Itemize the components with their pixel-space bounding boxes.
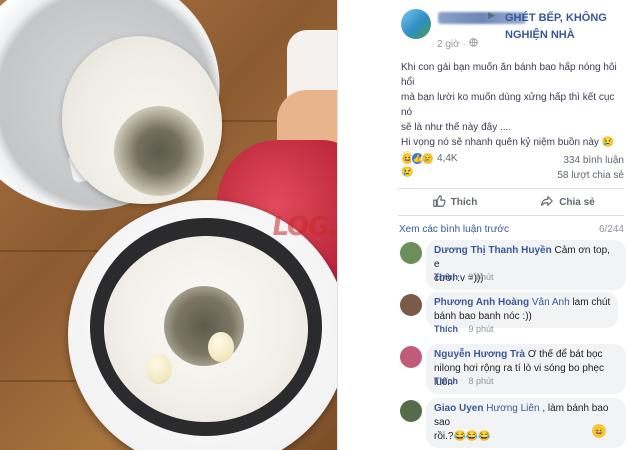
shares-count-link[interactable]: 58 lượt chia sẻ xyxy=(557,170,624,181)
post-text-line: mà bạn lười ko muốn dùng xửng hấp thì kế… xyxy=(401,92,615,118)
comment-bubble: Phương Anh Hoàng Vân Anh lam chút bánh b… xyxy=(426,292,619,328)
steamed-bun xyxy=(62,36,222,204)
comment-text: rồi.?😂😂😂 xyxy=(434,431,491,442)
sad-reaction-icon: 😢 xyxy=(421,152,434,165)
bun-filling xyxy=(114,106,204,196)
comments-count-link[interactable]: 334 bình luận xyxy=(563,155,624,166)
quail-egg xyxy=(146,354,172,384)
thumbs-up-icon xyxy=(432,194,446,211)
commenter-name[interactable]: Dương Thị Thanh Huyền xyxy=(434,245,552,256)
commenter-name[interactable]: Giao Uyen xyxy=(434,403,483,414)
comment-bubble: Giao Uyen Hương Liên , làm bánh bao sao … xyxy=(426,398,626,448)
comment-haha-reaction-icon[interactable]: 😆 xyxy=(592,424,606,438)
commenter-name[interactable]: Phương Anh Hoàng xyxy=(434,297,529,308)
globe-icon xyxy=(469,38,478,50)
comment-like-link[interactable]: Thích xyxy=(434,376,458,386)
caret-right-icon: ▶ xyxy=(488,10,495,20)
share-button[interactable]: Chia sẻ xyxy=(511,189,624,215)
post-photo[interactable]: LOG.VN xyxy=(0,0,337,450)
share-arrow-icon xyxy=(540,194,554,211)
post-timestamp[interactable]: 2 giờ · xyxy=(437,38,478,50)
comment-mention[interactable]: Hương Liên xyxy=(486,403,539,414)
reaction-count: 4,4K xyxy=(437,153,458,164)
comment-meta: Thích 9 phút xyxy=(434,272,494,282)
commenter-avatar[interactable] xyxy=(400,294,422,316)
comment-bubble: Dương Thị Thanh Huyền Cảm ơn top, e cười… xyxy=(426,240,626,290)
inner-pot xyxy=(90,218,322,436)
comment-like-link[interactable]: Thích xyxy=(434,272,458,282)
comment-bubble: Nguyễn Hương Trà Ơ thế để bát bọc nilong… xyxy=(426,344,626,394)
comment-time[interactable]: 9 phút xyxy=(469,272,494,282)
comment-pager: 6/244 xyxy=(598,224,624,235)
view-previous-comments-link[interactable]: Xem các bình luận trước xyxy=(399,224,509,235)
post-action-bar: Thích Chia sẻ xyxy=(398,188,624,216)
commenter-avatar[interactable] xyxy=(400,346,422,368)
author-avatar[interactable] xyxy=(401,9,431,39)
comment-text: lam chút xyxy=(572,297,611,308)
comment-like-link[interactable]: Thích xyxy=(434,324,458,334)
timestamp-text: 2 giờ · xyxy=(437,38,466,50)
comment-meta: Thích 9 phút xyxy=(434,324,494,334)
comment-time[interactable]: 9 phút xyxy=(469,324,494,334)
reaction-summary[interactable]: 😆 👍 😢 4,4K xyxy=(401,152,458,165)
group-name-link[interactable]: GHÉT BẾP, KHÔNG NGHIỆN NHÀ xyxy=(505,10,625,44)
commenter-avatar[interactable] xyxy=(400,242,422,264)
commenter-name[interactable]: Nguyễn Hương Trà xyxy=(434,349,525,360)
like-button[interactable]: Thích xyxy=(398,189,511,215)
cooked-rice xyxy=(104,236,308,422)
site-watermark-logo: LOG.VN xyxy=(269,212,337,242)
post-text-line: Khi con gái bạn muốn ăn bánh bao hấp nón… xyxy=(401,62,617,88)
comment-text: Ơ thế để bát bọc xyxy=(527,349,603,360)
comment-text: bánh bao banh nóc :)) xyxy=(434,311,532,322)
comment-time[interactable]: 8 phút xyxy=(469,376,494,386)
comment-mention[interactable]: Vân Anh xyxy=(532,297,570,308)
comment-meta: Thích 8 phút xyxy=(434,376,494,386)
share-label: Chia sẻ xyxy=(559,196,595,208)
commenter-avatar[interactable] xyxy=(400,400,422,422)
like-label: Thích xyxy=(450,196,478,208)
post-text-line: sẽ là như thế này đây .... xyxy=(401,122,512,133)
quail-egg xyxy=(208,332,234,362)
